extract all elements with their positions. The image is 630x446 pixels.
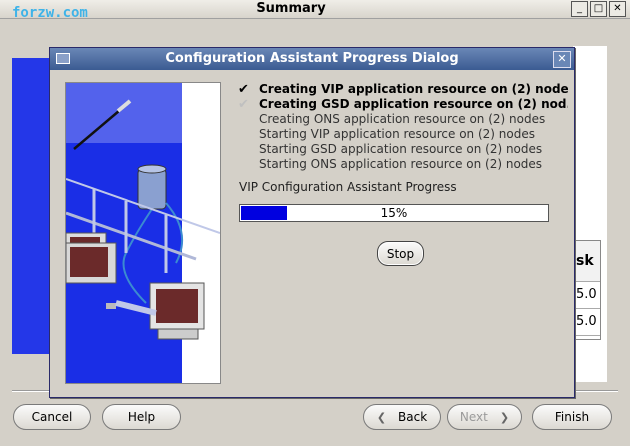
dialog-illustration	[65, 82, 221, 384]
back-button-label: Back	[398, 410, 428, 424]
back-button[interactable]: ❮ Back	[363, 404, 441, 430]
table-header-cell: sk	[574, 241, 600, 282]
dialog-title: Configuration Assistant Progress Dialog	[165, 51, 459, 66]
window-close-button[interactable]: ✕	[609, 1, 626, 17]
help-button[interactable]: Help	[102, 404, 181, 430]
finish-button[interactable]: Finish	[532, 404, 612, 430]
window-titlebar: forzw.com Summary _ □ ✕	[0, 0, 630, 21]
window-title: Summary	[256, 1, 326, 16]
progress-dialog: Configuration Assistant Progress Dialog …	[49, 47, 575, 398]
chevron-left-icon: ❮	[376, 410, 387, 424]
list-item: Starting VIP application resource on (2)…	[238, 127, 568, 142]
task-label: Creating GSD application resource on (2)…	[259, 97, 568, 111]
progress-bar: 15%	[239, 204, 549, 222]
task-label: Starting GSD application resource on (2)…	[259, 142, 543, 156]
maximize-button[interactable]: □	[590, 1, 607, 17]
cancel-button-label: Cancel	[31, 410, 73, 424]
dialog-titlebar: Configuration Assistant Progress Dialog …	[50, 48, 574, 70]
list-item: Starting GSD application resource on (2)…	[238, 142, 568, 157]
task-label: Starting VIP application resource on (2)…	[259, 127, 535, 141]
summary-table: sk 5.0 5.0	[573, 240, 601, 340]
table-cell: 5.0	[574, 309, 600, 336]
chevron-right-icon: ❯	[499, 410, 510, 424]
next-button-label: Next	[459, 410, 488, 424]
task-label: Creating VIP application resource on (2)…	[259, 82, 568, 96]
task-label: Starting ONS application resource on (2)…	[259, 157, 543, 171]
progress-label: VIP Configuration Assistant Progress	[239, 180, 457, 194]
list-item: ✔ Creating GSD application resource on (…	[238, 97, 568, 112]
dialog-close-button[interactable]: ✕	[553, 51, 571, 68]
finish-button-label: Finish	[554, 410, 590, 424]
table-cell: 5.0	[574, 282, 600, 309]
minimize-button[interactable]: _	[571, 1, 588, 17]
list-item: Creating ONS application resource on (2)…	[238, 112, 568, 127]
task-list: ✔ Creating VIP application resource on (…	[238, 82, 568, 172]
network-illustration	[66, 83, 220, 383]
stop-button-label: Stop	[386, 246, 415, 261]
next-button[interactable]: Next ❯	[447, 404, 522, 430]
checkmark-icon: ✔	[238, 97, 249, 112]
list-item: Starting ONS application resource on (2)…	[238, 157, 568, 172]
checkmark-icon: ✔	[238, 82, 249, 97]
window-controls: _ □ ✕	[571, 1, 626, 17]
progress-percent: 15%	[380, 206, 408, 220]
help-button-label: Help	[127, 410, 156, 424]
cancel-button[interactable]: Cancel	[13, 404, 91, 430]
task-label: Creating ONS application resource on (2)…	[259, 112, 546, 126]
list-item: ✔ Creating VIP application resource on (…	[238, 82, 568, 97]
stop-button[interactable]: Stop	[377, 241, 424, 266]
background-illustration	[12, 58, 52, 354]
